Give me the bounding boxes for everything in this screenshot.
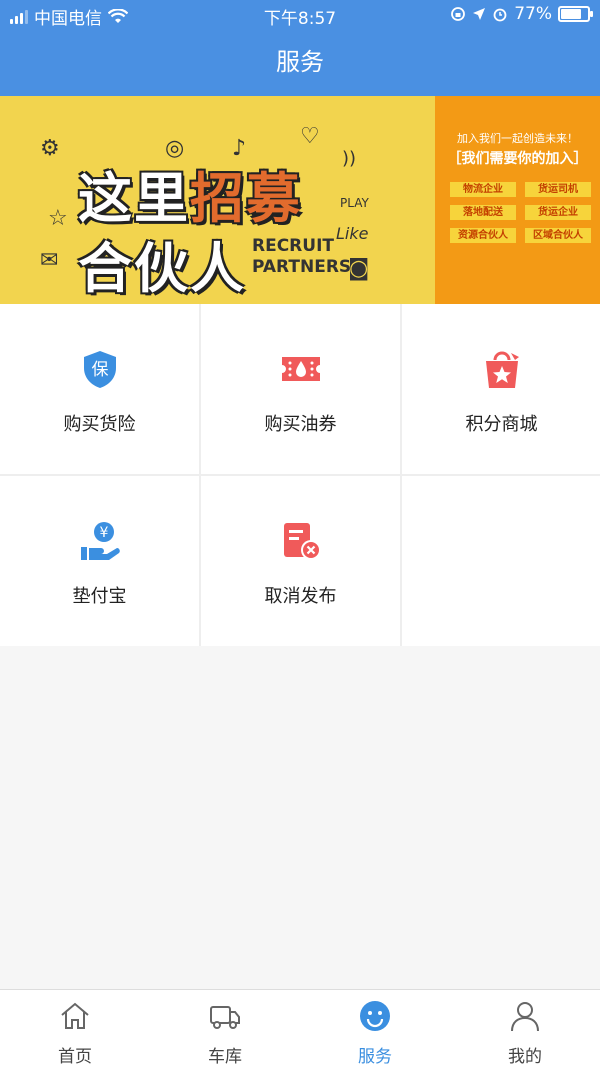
camera-icon: ◙: [348, 256, 370, 281]
document-cancel-icon: [284, 523, 321, 560]
heart-icon: ♡: [300, 124, 320, 149]
tab-label: 服务: [358, 1047, 392, 1067]
hand-yuan-coin-icon: ¥: [81, 522, 120, 560]
tab-label: 车库: [208, 1047, 242, 1067]
tab-label: 首页: [58, 1047, 92, 1067]
rotation-lock-icon: [451, 7, 466, 21]
grid-divider: [0, 474, 600, 476]
headline-here: 这里: [78, 167, 190, 230]
service-advance-pay[interactable]: ¥ 垫付宝: [0, 476, 199, 646]
svg-text:¥: ¥: [100, 525, 109, 541]
banner-info-panel: 加入我们一起创造未来！ ［我们需要你的加入］ 物流企业 货运司机 落地配送 货运…: [435, 96, 600, 304]
service-label: 取消发布: [264, 586, 337, 607]
banner-headline-2: 合伙人: [78, 237, 246, 300]
service-buy-insurance[interactable]: 保 购买货险: [0, 304, 199, 474]
location-arrow-icon: [473, 8, 486, 20]
gear-icon: ⚙: [40, 136, 60, 161]
tab-home[interactable]: 首页: [0, 990, 150, 1068]
tab-label: 我的: [508, 1047, 542, 1067]
service-points-mall[interactable]: 积分商城: [402, 304, 600, 474]
status-bar: 中国电信 下午8:57 77%: [0, 4, 600, 29]
banner-tag: 落地配送: [450, 205, 516, 220]
banner-headline-1: 这里招募: [78, 154, 302, 233]
service-label: 购买货险: [63, 414, 136, 435]
banner-tag: 区域合伙人: [525, 228, 591, 243]
banner-call: ［我们需要你的加入］: [447, 151, 588, 167]
partners-text: PARTNERS: [252, 257, 352, 277]
mail-icon: ✉: [40, 248, 59, 273]
user-icon: [511, 1002, 539, 1032]
insurance-shield-icon: 保: [84, 351, 116, 388]
star-icon: ☆: [48, 206, 68, 231]
service-label: 积分商城: [465, 414, 538, 435]
service-buy-fuel-ticket[interactable]: 购买油券: [201, 304, 400, 474]
play-bubble: PLAY: [340, 196, 369, 210]
service-cancel-publish[interactable]: 取消发布: [201, 476, 400, 646]
headline-recruit: 招募: [190, 167, 302, 230]
banner-tag: 货运司机: [525, 182, 591, 197]
smiley-icon: [360, 1001, 390, 1031]
bottom-tab-bar: 首页 车库 服务 我的: [0, 989, 600, 1068]
service-label: 垫付宝: [72, 586, 127, 607]
banner-tag: 资源合伙人: [450, 228, 516, 243]
service-empty-slot: [402, 476, 600, 646]
battery-percent: 77%: [514, 4, 552, 24]
recruit-banner[interactable]: ⚙ ☆ ✉ ◎ ♪ ♡ )) ◙ PLAY Like 这里招募 合伙人 RECR…: [0, 96, 600, 304]
banner-english: RECRUIT PARTNERS: [252, 236, 351, 278]
banner-artwork: ⚙ ☆ ✉ ◎ ♪ ♡ )) ◙ PLAY Like 这里招募 合伙人 RECR…: [0, 96, 435, 304]
page-title: 服务: [276, 48, 324, 76]
shopping-bag-star-icon: [486, 351, 519, 388]
truck-icon: [210, 1006, 240, 1029]
banner-tag: 货运企业: [525, 205, 591, 220]
battery-icon: [558, 6, 593, 22]
tab-profile[interactable]: 我的: [450, 990, 600, 1068]
service-label: 购买油券: [264, 414, 337, 435]
recruit-text: RECRUIT: [252, 236, 334, 256]
banner-slogan: 加入我们一起创造未来！: [457, 132, 578, 145]
rss-icon: )): [342, 148, 357, 169]
tab-garage[interactable]: 车库: [150, 990, 300, 1068]
home-icon: [61, 1002, 89, 1029]
tab-services[interactable]: 服务: [300, 990, 450, 1068]
services-grid: 保 购买货险 购买油券 积分商城 ¥ 垫付宝 取消发布: [0, 304, 600, 646]
svg-text:保: 保: [92, 360, 109, 380]
fuel-ticket-icon: [282, 357, 320, 381]
app-header: 中国电信 下午8:57 77% 服务: [0, 0, 600, 96]
alarm-icon: [493, 8, 507, 22]
banner-tag: 物流企业: [450, 182, 516, 197]
